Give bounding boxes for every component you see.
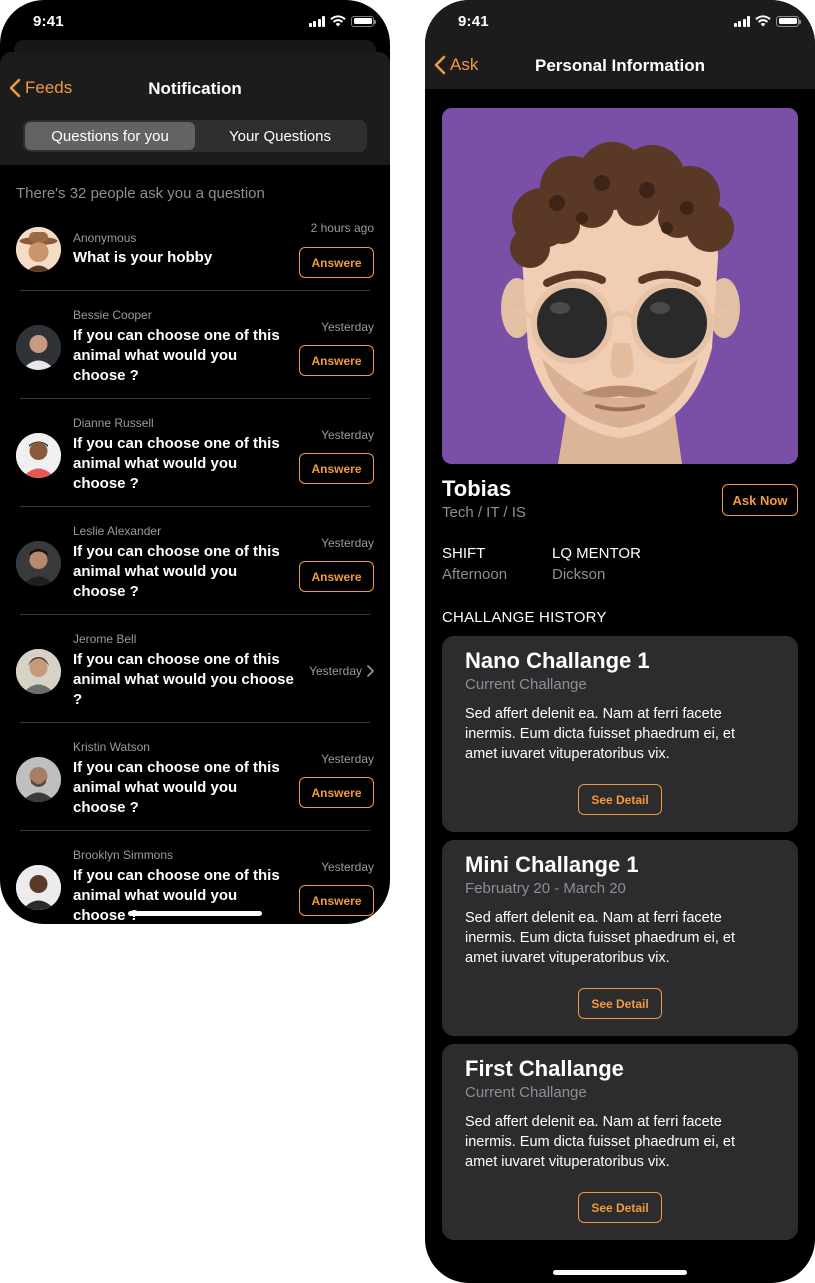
notification-screen: 9:41 Feeds Notification Questions for yo…	[0, 0, 390, 924]
divider	[20, 722, 370, 723]
asker-name: Leslie Alexander	[73, 524, 162, 538]
answer-button[interactable]: Answere	[299, 453, 374, 484]
challenge-title: Nano Challange 1	[465, 648, 650, 673]
chevron-right-icon[interactable]	[367, 665, 374, 677]
asker-name: Bessie Cooper	[73, 308, 152, 322]
mentor-value: Dickson	[552, 566, 606, 583]
answer-button[interactable]: Answere	[299, 561, 374, 592]
page-title: Notification	[148, 79, 242, 98]
question-time: Yesterday	[321, 428, 374, 442]
challenge-title: First Challange	[465, 1056, 624, 1081]
shift-value: Afternoon	[442, 566, 508, 583]
challenge-card: First Challange Current Challange Sed af…	[442, 1044, 798, 1240]
challenge-history-title: CHALLANGE HISTORY	[442, 609, 607, 626]
asker-name: Dianne Russell	[73, 416, 154, 430]
cellular-signal-icon	[733, 15, 750, 27]
wifi-icon	[755, 15, 771, 27]
tab-your-questions[interactable]: Your Questions	[195, 122, 365, 150]
ask-count-text: There's 32 people ask you a question	[16, 185, 265, 202]
see-detail-button[interactable]: See Detail	[578, 988, 662, 1019]
divider	[20, 614, 370, 615]
answer-button[interactable]: Answere	[299, 777, 374, 808]
asker-name: Kristin Watson	[73, 740, 150, 754]
divider	[20, 398, 370, 399]
challenge-description: Sed affert delenit ea. Nam at ferri face…	[465, 910, 735, 966]
question-time: Yesterday	[321, 860, 374, 874]
question-text: If you can choose one of this animal wha…	[73, 543, 280, 600]
battery-icon	[351, 15, 376, 27]
avatar	[16, 649, 61, 694]
answer-button[interactable]: Answere	[299, 885, 374, 916]
home-indicator[interactable]	[553, 1270, 687, 1275]
tab-questions-for-you[interactable]: Questions for you	[25, 122, 195, 150]
profile-name: Tobias	[442, 476, 512, 501]
question-text: If you can choose one of this animal wha…	[73, 759, 280, 816]
question-text: If you can choose one of this animal wha…	[73, 435, 280, 492]
challenge-description: Sed affert delenit ea. Nam at ferri face…	[465, 1114, 735, 1170]
status-icons	[733, 15, 801, 27]
status-time: 9:41	[458, 13, 489, 30]
question-time: Yesterday	[321, 536, 374, 550]
home-indicator[interactable]	[128, 911, 262, 916]
divider	[20, 830, 370, 831]
nav-header: Ask Personal Information	[425, 44, 815, 89]
challenge-description: Sed affert delenit ea. Nam at ferri face…	[465, 706, 735, 762]
battery-icon	[776, 15, 801, 27]
wifi-icon	[330, 15, 346, 27]
profile-photo	[442, 108, 798, 464]
challenge-subtitle: Current Challange	[465, 1084, 587, 1101]
asker-name: Anonymous	[73, 231, 137, 245]
challenge-card: Nano Challange 1 Current Challange Sed a…	[442, 636, 798, 832]
avatar	[16, 865, 61, 910]
nav-header: Feeds Notification Questions for you You…	[0, 52, 390, 165]
divider	[20, 290, 370, 291]
see-detail-button[interactable]: See Detail	[578, 784, 662, 815]
see-detail-button[interactable]: See Detail	[578, 1192, 662, 1223]
avatar	[16, 541, 61, 586]
profile-department: Tech / IT / IS	[442, 504, 526, 521]
page-title: Personal Information	[534, 56, 706, 75]
asker-name: Jerome Bell	[73, 632, 137, 646]
segmented-control: Questions for you Your Questions	[23, 120, 367, 152]
challenge-title: Mini Challange 1	[465, 852, 639, 877]
question-time: Yesterday	[309, 664, 362, 678]
cellular-signal-icon	[308, 15, 325, 27]
avatar	[16, 757, 61, 802]
status-bar: 9:41	[0, 0, 390, 44]
avatar	[16, 325, 61, 370]
mentor-label: LQ MENTOR	[552, 545, 641, 562]
challenge-card: Mini Challange 1 Februatry 20 - March 20…	[442, 840, 798, 1036]
memoji-avatar-icon	[442, 108, 798, 464]
avatar	[16, 227, 61, 272]
challenge-subtitle: Februatry 20 - March 20	[465, 880, 626, 897]
status-bar: 9:41	[425, 0, 815, 44]
question-text: If you can choose one of this animal wha…	[73, 651, 294, 708]
ask-now-button[interactable]: Ask Now	[722, 484, 798, 516]
profile-screen: 9:41 Ask Personal Information Tobias Tec…	[425, 0, 815, 1283]
challenge-subtitle: Current Challange	[465, 676, 587, 693]
status-icons	[308, 15, 376, 27]
question-text: If you can choose one of this animal wha…	[73, 327, 280, 384]
asker-name: Brooklyn Simmons	[73, 848, 174, 862]
question-time: 2 hours ago	[310, 221, 374, 235]
status-time: 9:41	[33, 13, 64, 30]
answer-button[interactable]: Answere	[299, 345, 374, 376]
divider	[20, 506, 370, 507]
question-time: Yesterday	[321, 752, 374, 766]
question-time: Yesterday	[321, 320, 374, 334]
answer-button[interactable]: Answere	[299, 247, 374, 278]
question-text: What is your hobby	[73, 249, 213, 266]
shift-label: SHIFT	[442, 545, 486, 562]
avatar	[16, 433, 61, 478]
